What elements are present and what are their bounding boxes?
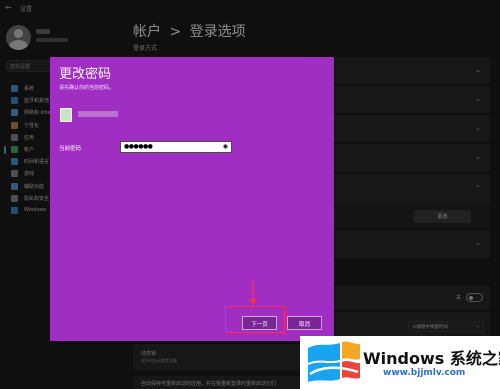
watermark-brand: Windows 系统之家 — [363, 349, 500, 368]
annotation-arrow-icon — [249, 280, 257, 306]
watermark-url: www.bjjmlv.com — [383, 368, 466, 378]
